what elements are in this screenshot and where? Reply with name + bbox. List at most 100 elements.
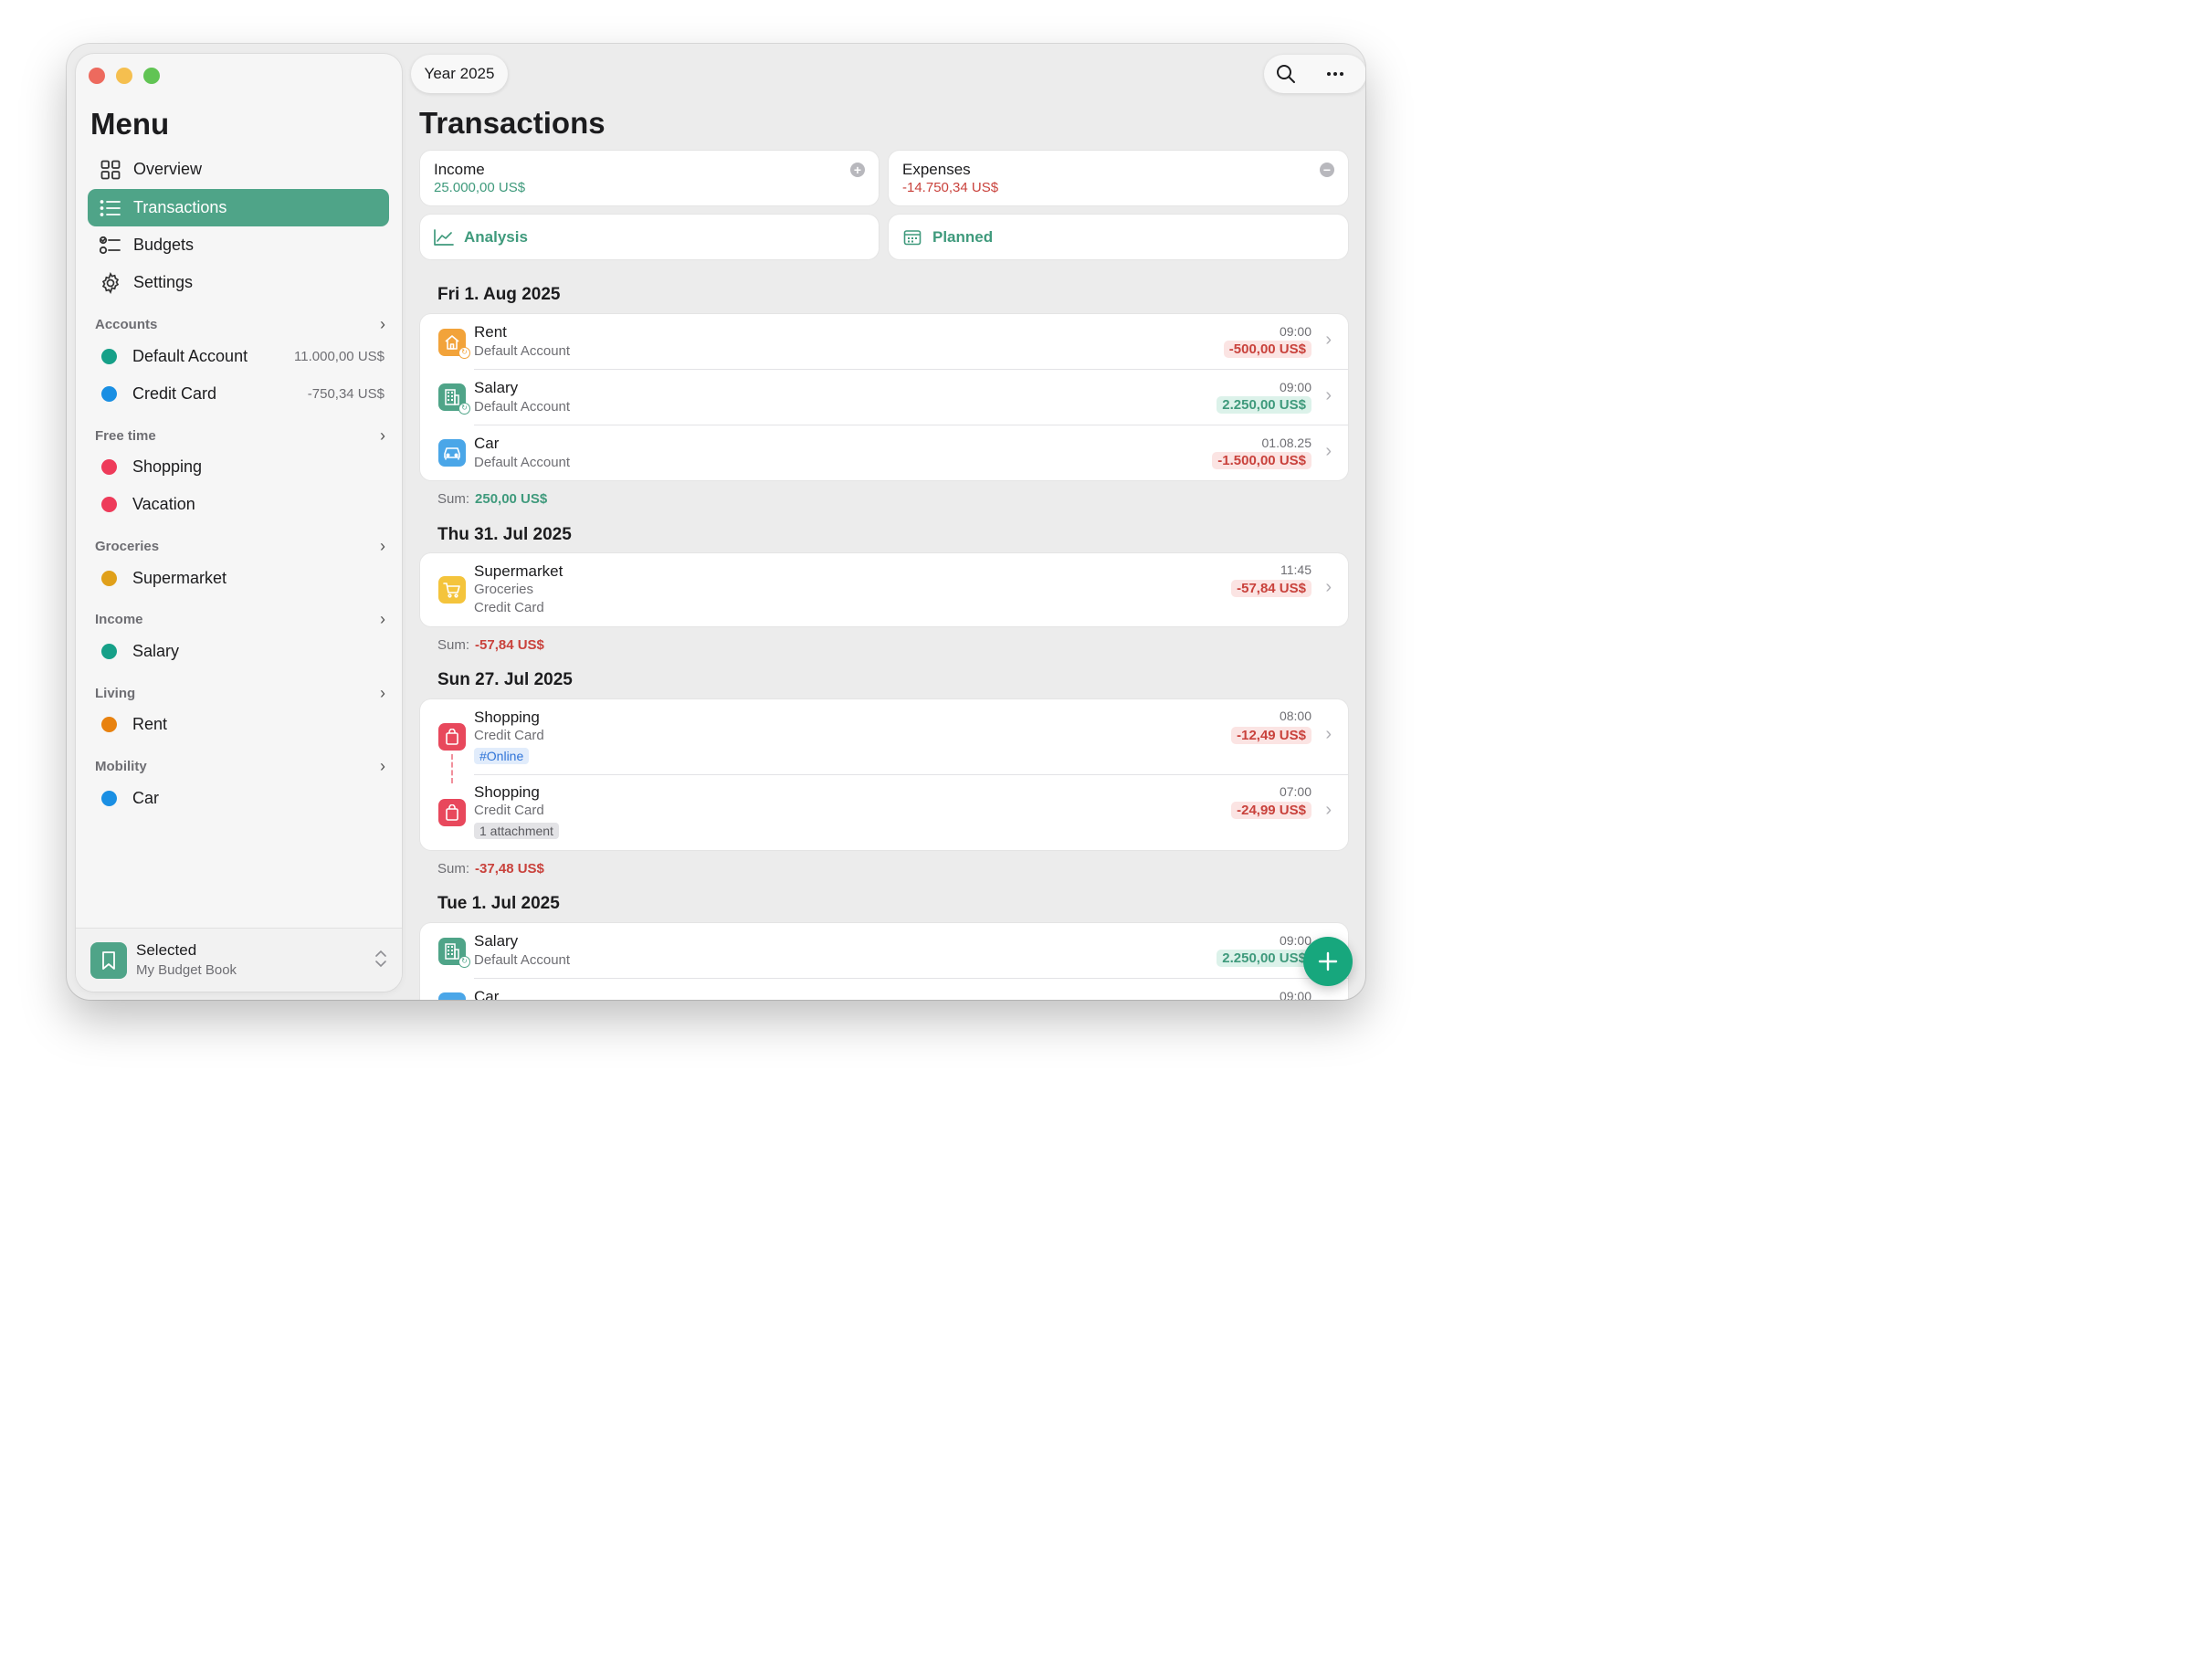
sidebar-item-settings[interactable]: Settings [88,264,389,301]
planned-label: Planned [932,227,994,246]
list-icon [99,196,122,220]
group-title: Income [95,612,143,627]
transaction-row-shopping[interactable]: Shopping Credit Card 1 attachment 07:00 … [420,774,1348,850]
color-dot [101,716,117,732]
transaction-date: 01.08.25 [1261,436,1312,450]
income-card[interactable]: Income 25.000,00 US$ + [420,151,879,205]
analysis-button[interactable]: Analysis [420,215,879,259]
app-window: Menu Overview Transactions Budgets Setti… [67,44,1365,1000]
sidebar-item-transactions[interactable]: Transactions [88,189,389,226]
gear-icon [99,271,122,295]
group-title: Groceries [95,539,160,554]
grid-icon [99,158,122,182]
transaction-row-salary[interactable]: ↻ Salary Default Account 09:00 2.250,00 … [420,369,1348,425]
row-divider [474,978,1348,979]
page-title: Transactions [419,106,606,140]
plus-circle-icon[interactable]: + [850,163,865,177]
transaction-account: Credit Card [474,803,544,818]
income-value: 25.000,00 US$ [434,180,526,195]
category-label: Shopping [132,457,203,476]
day-transactions-list: ↻ Salary Default Account 09:00 2.250,00 … [420,923,1348,1000]
chevron-right-icon: › [1325,724,1332,744]
transaction-time: 09:00 [1279,933,1311,948]
sum-value: -37,48 US$ [475,861,544,877]
transaction-account: Default Account [474,399,571,415]
chevron-right-icon: › [380,537,385,555]
sidebar-item-label: Settings [133,273,194,291]
transaction-name: Rent [474,323,507,341]
chevron-right-icon: › [380,757,385,775]
account-balance: -750,34 US$ [307,385,384,402]
minus-circle-icon[interactable]: − [1320,163,1334,177]
year-selector[interactable]: Year 2025 [411,55,508,93]
planned-button[interactable]: Planned [889,215,1348,259]
color-dot [101,643,117,659]
day-sum: Sum: -57,84 US$ [437,637,544,653]
chevron-right-icon: › [1325,800,1332,820]
transaction-time: 07:00 [1279,784,1311,799]
transaction-time: 09:00 [1279,989,1311,1000]
category-label: Car [132,788,160,807]
sidebar-category-car[interactable]: Car [101,784,384,812]
group-header-mobility[interactable]: Mobility › [95,757,385,776]
transaction-row-car[interactable]: Car Default Account 01.08.25 -1.500,00 U… [420,425,1348,480]
day-header: Fri 1. Aug 2025 [437,285,561,304]
add-transaction-button[interactable] [1303,937,1353,986]
expenses-card[interactable]: Expenses -14.750,34 US$ − [889,151,1348,205]
transaction-time: 09:00 [1279,324,1311,339]
sidebar-item-overview[interactable]: Overview [88,151,389,188]
analysis-label: Analysis [464,227,528,246]
group-header-accounts[interactable]: Accounts › [95,315,385,334]
transaction-amount: -12,49 US$ [1231,727,1311,744]
transaction-amount: -1.500,00 US$ [1212,452,1311,469]
chevron-up-down-icon [374,949,387,970]
color-dot [101,385,117,402]
category-label: Salary [132,641,180,660]
day-transactions-list: Supermarket Groceries Credit Card 11:45 … [420,553,1348,626]
sidebar-category-rent[interactable]: Rent [101,710,384,738]
color-dot [101,348,117,364]
transaction-account: Credit Card [474,600,544,615]
chevron-right-icon: › [1325,577,1332,597]
color-dot [101,496,117,512]
group-header-living[interactable]: Living › [95,684,385,703]
sidebar-category-supermarket[interactable]: Supermarket [101,564,384,592]
search-icon[interactable] [1275,63,1297,85]
selected-label: Selected [136,941,197,959]
sidebar-account-credit-card[interactable]: Credit Card -750,34 US$ [101,380,384,407]
transaction-row-car[interactable]: Car 09:00 [420,978,1348,1000]
zoom-window-button[interactable] [143,68,160,84]
group-header-income[interactable]: Income › [95,610,385,629]
checklist-icon [99,234,122,257]
color-dot [101,790,117,806]
sum-value: -57,84 US$ [475,637,544,653]
sidebar-account-default[interactable]: Default Account 11.000,00 US$ [101,342,384,370]
more-icon[interactable] [1324,63,1346,85]
day-sum: Sum: -37,48 US$ [437,861,544,877]
sidebar-item-budgets[interactable]: Budgets [88,226,389,264]
sum-label: Sum: [437,491,470,507]
minimize-window-button[interactable] [116,68,132,84]
sidebar-category-salary[interactable]: Salary [101,637,384,665]
group-header-free-time[interactable]: Free time › [95,426,385,446]
transaction-row-shopping[interactable]: Shopping Credit Card #Online 08:00 -12,4… [420,699,1348,783]
transaction-row-supermarket[interactable]: Supermarket Groceries Credit Card 11:45 … [420,553,1348,626]
sidebar-item-label: Overview [133,160,203,178]
expenses-label: Expenses [902,161,971,178]
day-header: Tue 1. Jul 2025 [437,894,560,913]
close-window-button[interactable] [89,68,105,84]
sidebar: Menu Overview Transactions Budgets Setti… [76,54,402,992]
transaction-name: Car [474,435,500,452]
row-divider [474,369,1348,370]
sidebar-item-label: Transactions [133,198,227,216]
transaction-row-salary[interactable]: ↻ Salary Default Account 09:00 2.250,00 … [420,923,1348,978]
transaction-account: Credit Card [474,728,544,743]
transaction-row-rent[interactable]: ↻ Rent Default Account 09:00 -500,00 US$… [420,314,1348,369]
sidebar-category-shopping[interactable]: Shopping [101,453,384,480]
budget-book-selector[interactable]: Selected My Budget Book [76,928,402,992]
transaction-amount: -500,00 US$ [1223,341,1311,358]
group-header-groceries[interactable]: Groceries › [95,537,385,556]
sidebar-category-vacation[interactable]: Vacation [101,490,384,518]
sidebar-item-label: Budgets [133,236,195,254]
account-label: Credit Card [132,383,217,403]
